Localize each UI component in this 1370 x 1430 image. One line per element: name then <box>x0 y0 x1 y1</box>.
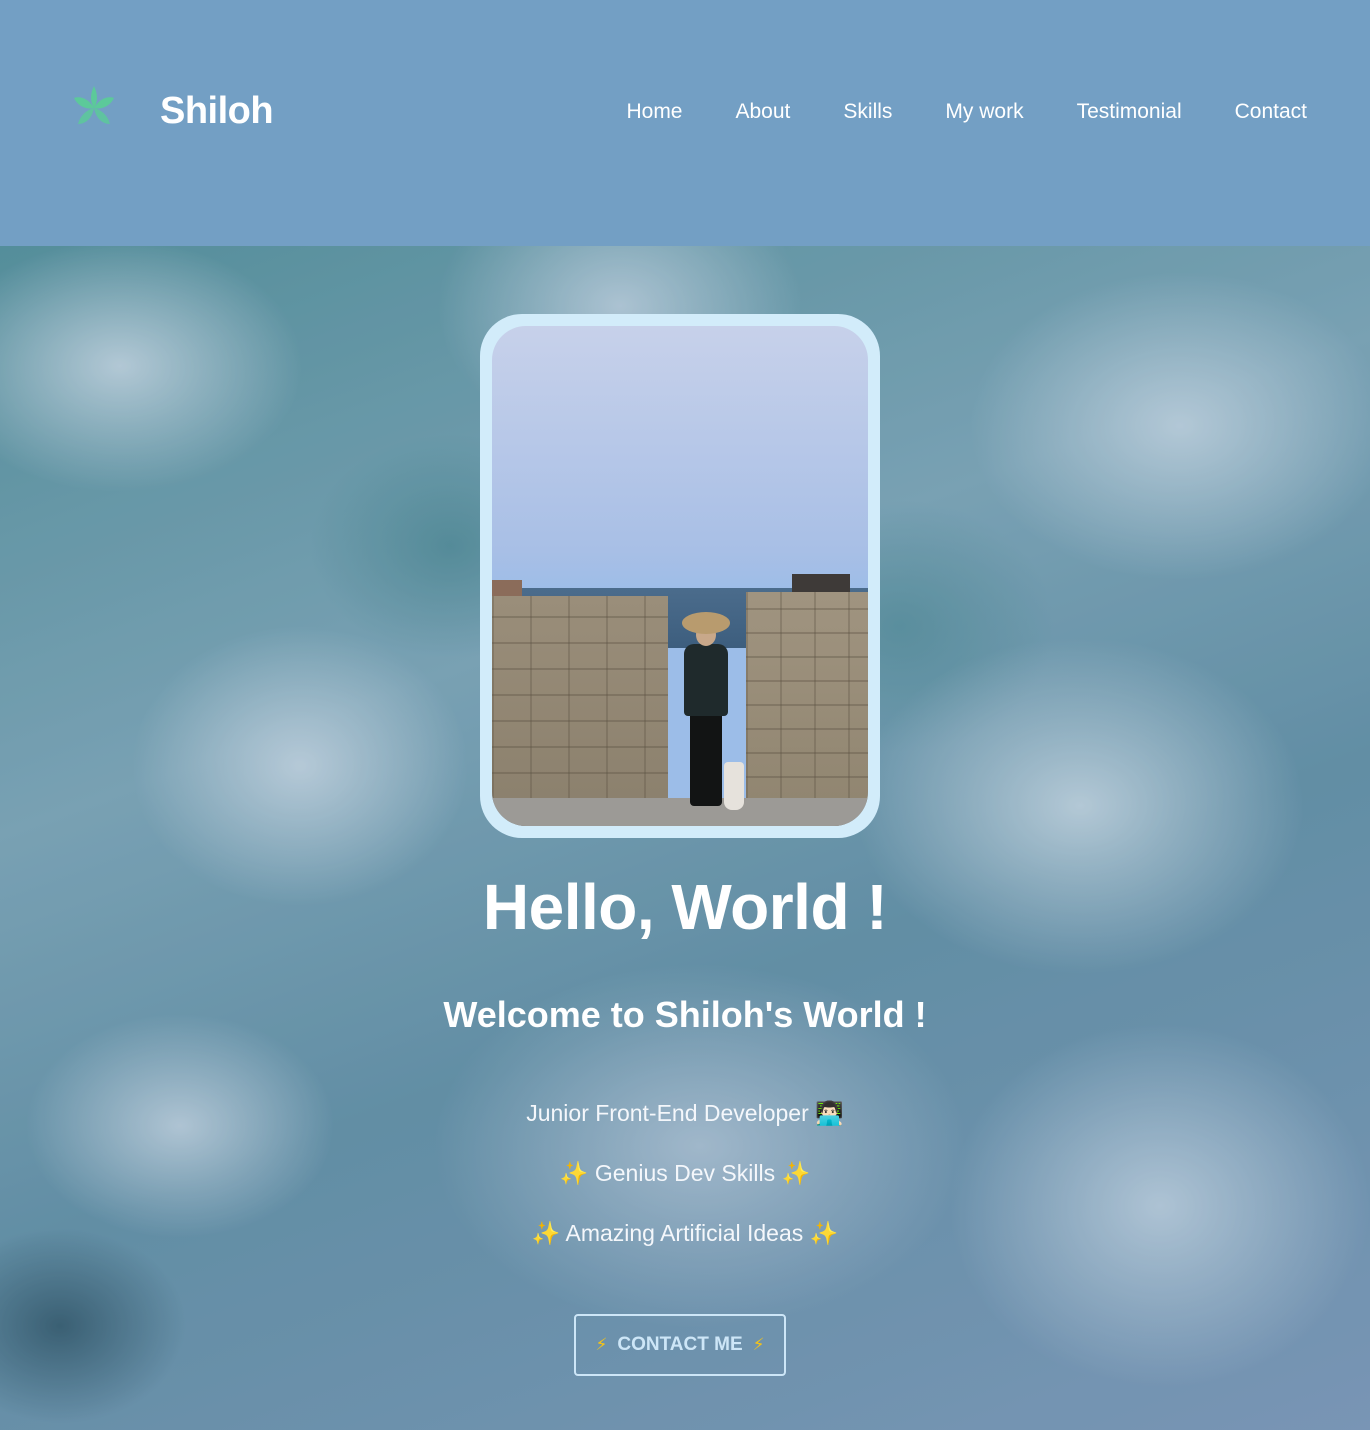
photo-person-hat <box>682 612 730 634</box>
photo-person-legs <box>690 714 722 806</box>
tagline-skills: ✨ Genius Dev Skills ✨ <box>559 1160 811 1186</box>
lightning-bolt-icon: ⚡ <box>595 1335 608 1354</box>
photo-building-left <box>492 580 522 596</box>
nav-item-skills[interactable]: Skills <box>843 100 892 124</box>
photo-person-body <box>684 644 728 716</box>
contact-me-label: CONTACT ME <box>617 1334 743 1355</box>
tagline-ideas: ✨ Amazing Artificial Ideas ✨ <box>531 1220 839 1246</box>
page: Shiloh Home About Skills My work Testimo… <box>0 0 1370 1430</box>
nav-item-home[interactable]: Home <box>626 100 682 124</box>
photo-ground <box>492 798 868 826</box>
main-nav: Home About Skills My work Testimonial Co… <box>626 100 1307 124</box>
site-brand[interactable]: Shiloh <box>160 90 274 133</box>
contact-me-button[interactable]: ⚡ CONTACT ME ⚡ <box>574 1314 786 1376</box>
hero-greeting: Hello, World ! <box>482 871 888 943</box>
profile-photo <box>492 326 868 826</box>
hero-welcome: Welcome to Shiloh's World ! <box>443 994 927 1035</box>
leaf-icon[interactable] <box>70 84 118 130</box>
site-header: Shiloh Home About Skills My work Testimo… <box>0 0 1370 246</box>
nav-item-contact[interactable]: Contact <box>1235 100 1307 124</box>
photo-stone-wall-right <box>746 592 868 826</box>
tagline-role: Junior Front-End Developer 👨🏻‍💻 <box>526 1100 844 1126</box>
photo-building-right <box>792 574 850 594</box>
lightning-bolt-icon: ⚡ <box>752 1335 765 1354</box>
profile-photo-frame <box>480 314 880 838</box>
nav-item-about[interactable]: About <box>736 100 791 124</box>
hero-section: Hello, World ! Welcome to Shiloh's World… <box>0 246 1370 1430</box>
photo-stone-wall-left <box>492 596 668 826</box>
nav-item-my-work[interactable]: My work <box>945 100 1023 124</box>
photo-person-bag <box>724 762 744 810</box>
nav-item-testimonial[interactable]: Testimonial <box>1077 100 1182 124</box>
